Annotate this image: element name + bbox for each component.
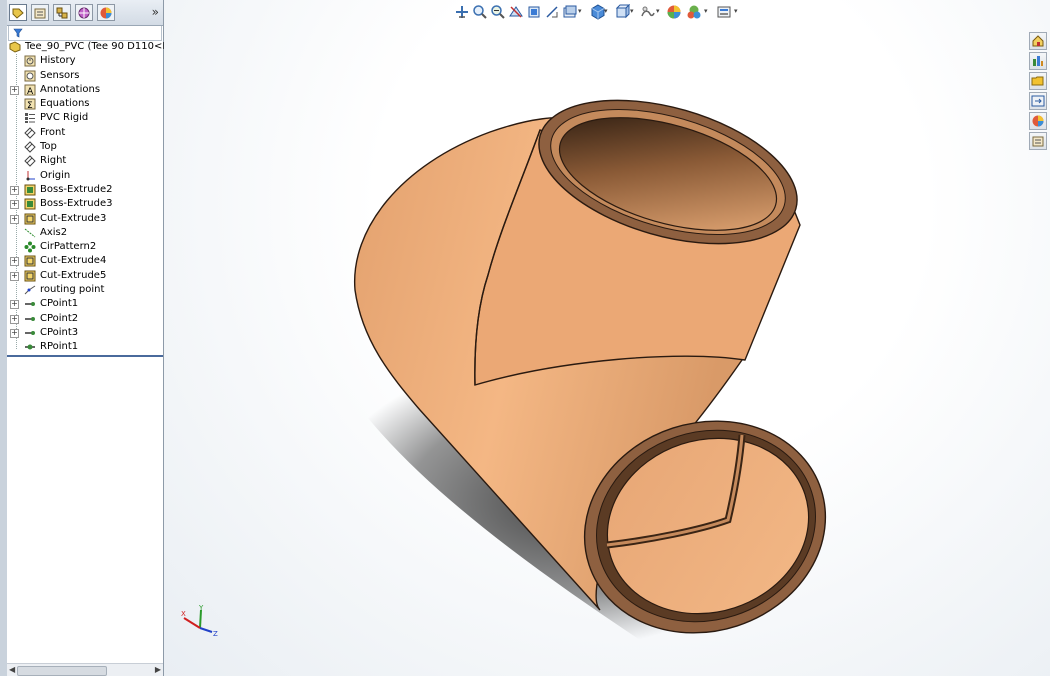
boss-extrude-icon <box>24 184 36 196</box>
tree-item-equations[interactable]: Σ Equations <box>7 97 163 111</box>
plane-icon <box>24 155 36 168</box>
tree-item-pvc-rigid[interactable]: PVC Rigid <box>7 111 163 125</box>
tree-item-history[interactable]: History <box>7 54 163 68</box>
tree-item-cut-extrude3[interactable]: + Cut-Extrude3 <box>7 212 163 226</box>
axis-icon <box>24 228 36 238</box>
tree-item-annotations[interactable]: + A Annotations <box>7 83 163 97</box>
triad-y-label: Y <box>198 604 204 612</box>
tree-item-cirpattern2[interactable]: CirPattern2 <box>7 240 163 254</box>
tree-item-routing-point[interactable]: routing point <box>7 283 163 297</box>
history-icon <box>24 55 36 67</box>
tab-display-manager[interactable] <box>97 4 115 21</box>
triad-z-label: Z <box>213 630 218 638</box>
scroll-left-icon[interactable]: ◀ <box>9 665 15 674</box>
expand-toggle-icon[interactable]: + <box>10 314 19 324</box>
expand-toggle-icon[interactable]: + <box>10 257 19 267</box>
panel-tab-bar: » <box>7 0 163 26</box>
tab-property-manager[interactable] <box>31 4 49 21</box>
circular-pattern-icon <box>24 241 36 253</box>
tree-item-origin[interactable]: Origin <box>7 169 163 183</box>
connection-point-icon <box>25 316 35 321</box>
tab-feature-manager[interactable] <box>9 4 27 21</box>
tree-item-cpoint3[interactable]: + CPoint3 <box>7 326 163 340</box>
material-icon <box>25 113 35 124</box>
tree-item-right[interactable]: Right <box>7 154 163 168</box>
route-point-icon <box>25 344 35 350</box>
tree-filter[interactable] <box>8 26 162 41</box>
filter-icon <box>13 28 23 38</box>
solidworks-resources-icon[interactable] <box>1029 32 1047 50</box>
connection-point-icon <box>25 330 35 335</box>
part-icon <box>9 41 21 53</box>
expand-toggle-icon[interactable]: + <box>10 271 19 281</box>
plane-icon <box>24 127 36 139</box>
expand-toggle-icon[interactable]: + <box>10 214 19 224</box>
tab-dimxpert-manager[interactable] <box>75 4 93 21</box>
origin-icon <box>26 170 35 181</box>
expand-panel-icon[interactable]: » <box>152 5 159 19</box>
tree-horizontal-scrollbar[interactable]: ◀ ▶ <box>7 663 163 676</box>
tree-item-cpoint1[interactable]: + CPoint1 <box>7 297 163 311</box>
expand-toggle-icon[interactable]: + <box>10 328 19 338</box>
svg-text:Σ: Σ <box>27 101 33 110</box>
tree-item-axis2[interactable]: Axis2 <box>7 226 163 240</box>
tree-item-boss-extrude2[interactable]: + Boss-Extrude2 <box>7 183 163 197</box>
tree-item-cpoint2[interactable]: + CPoint2 <box>7 312 163 326</box>
connection-point-icon <box>25 302 35 307</box>
appearances-scenes-icon[interactable] <box>1029 112 1047 130</box>
tree-item-boss-extrude3[interactable]: + Boss-Extrude3 <box>7 197 163 211</box>
expand-toggle-icon[interactable]: + <box>10 185 19 195</box>
scroll-thumb[interactable] <box>17 666 107 676</box>
design-library-icon[interactable] <box>1029 52 1047 70</box>
graphics-area[interactable]: ▾ ▾ ▾ ▾ ▾ ▾ X Y Z <box>164 0 1050 676</box>
scroll-right-icon[interactable]: ▶ <box>155 665 161 674</box>
rollback-bar[interactable] <box>7 355 163 357</box>
tree-root-part[interactable]: Tee_90_PVC (Tee 90 D110<D <box>7 40 170 54</box>
tree-item-rpoint1[interactable]: RPoint1 <box>7 340 163 354</box>
expand-toggle-icon[interactable]: + <box>10 200 19 210</box>
tree-item-top[interactable]: Top <box>7 140 163 154</box>
triad-x-label: X <box>181 610 186 618</box>
file-explorer-icon[interactable] <box>1029 72 1047 90</box>
expand-toggle-icon[interactable]: + <box>10 85 19 95</box>
task-pane-tabs <box>1029 32 1047 152</box>
expand-toggle-icon[interactable]: + <box>10 300 19 310</box>
tree-item-cut-extrude4[interactable]: + Cut-Extrude4 <box>7 254 163 268</box>
custom-properties-icon[interactable] <box>1029 132 1047 150</box>
reference-triad: X Y Z <box>178 604 224 638</box>
sensors-icon <box>24 70 36 82</box>
equations-icon: Σ <box>24 98 36 110</box>
feature-manager-panel: » Tee_90_PVC (Tee 90 D110<D History Senso… <box>7 0 170 676</box>
tree-item-front[interactable]: Front <box>7 126 163 140</box>
cut-extrude-icon <box>24 213 36 225</box>
view-palette-icon[interactable] <box>1029 92 1047 110</box>
svg-text:A: A <box>27 87 34 96</box>
plane-icon <box>24 141 36 153</box>
feature-tree: Tee_90_PVC (Tee 90 D110<D History Sensors… <box>7 40 170 355</box>
cut-extrude-icon <box>24 255 36 267</box>
tab-configuration-manager[interactable] <box>53 4 71 21</box>
boss-extrude-icon <box>24 198 36 210</box>
tee-fitting-model[interactable] <box>164 0 1050 676</box>
annotations-icon: A <box>24 84 36 96</box>
tree-item-cut-extrude5[interactable]: + Cut-Extrude5 <box>7 269 163 283</box>
cut-extrude-icon <box>24 270 36 282</box>
tree-item-sensors[interactable]: Sensors <box>7 69 163 83</box>
routing-point-icon <box>24 285 36 295</box>
